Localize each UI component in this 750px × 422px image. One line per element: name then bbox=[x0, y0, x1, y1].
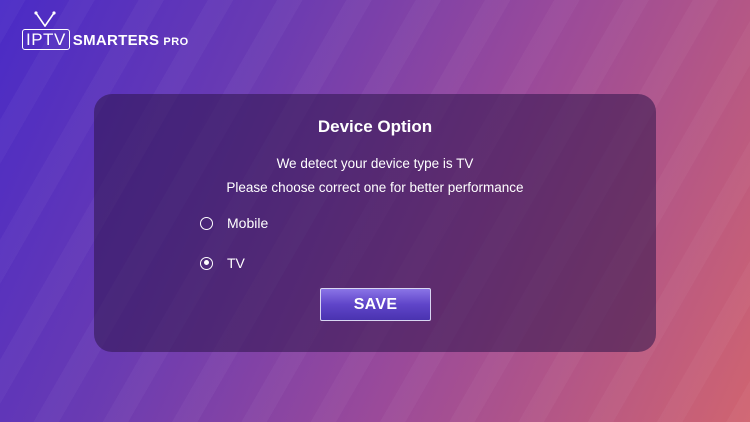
logo-pro-text: PRO bbox=[163, 36, 189, 48]
app-logo: IPTV SMARTERS PRO bbox=[22, 10, 192, 50]
option-tv[interactable]: TV bbox=[200, 255, 245, 271]
tv-option-label: TV bbox=[227, 255, 245, 271]
tv-antenna-icon bbox=[34, 11, 56, 27]
mobile-radio-button[interactable] bbox=[200, 216, 213, 230]
dialog-title: Device Option bbox=[317, 117, 433, 136]
save-button[interactable]: SAVE bbox=[320, 288, 431, 321]
logo-smarters-text: SMARTERS bbox=[72, 32, 160, 49]
choose-device-message: Please choose correct one for better per… bbox=[226, 180, 524, 195]
tv-radio-button[interactable] bbox=[200, 256, 213, 270]
device-option-dialog: Device Option We detect your device type… bbox=[94, 94, 656, 352]
mobile-option-label: Mobile bbox=[227, 215, 269, 231]
option-mobile[interactable]: Mobile bbox=[200, 215, 268, 231]
logo-iptv-text: IPTV bbox=[22, 29, 70, 50]
logo-wordmark: IPTV SMARTERS PRO bbox=[22, 29, 189, 50]
device-detected-message: We detect your device type is TV bbox=[276, 156, 474, 171]
